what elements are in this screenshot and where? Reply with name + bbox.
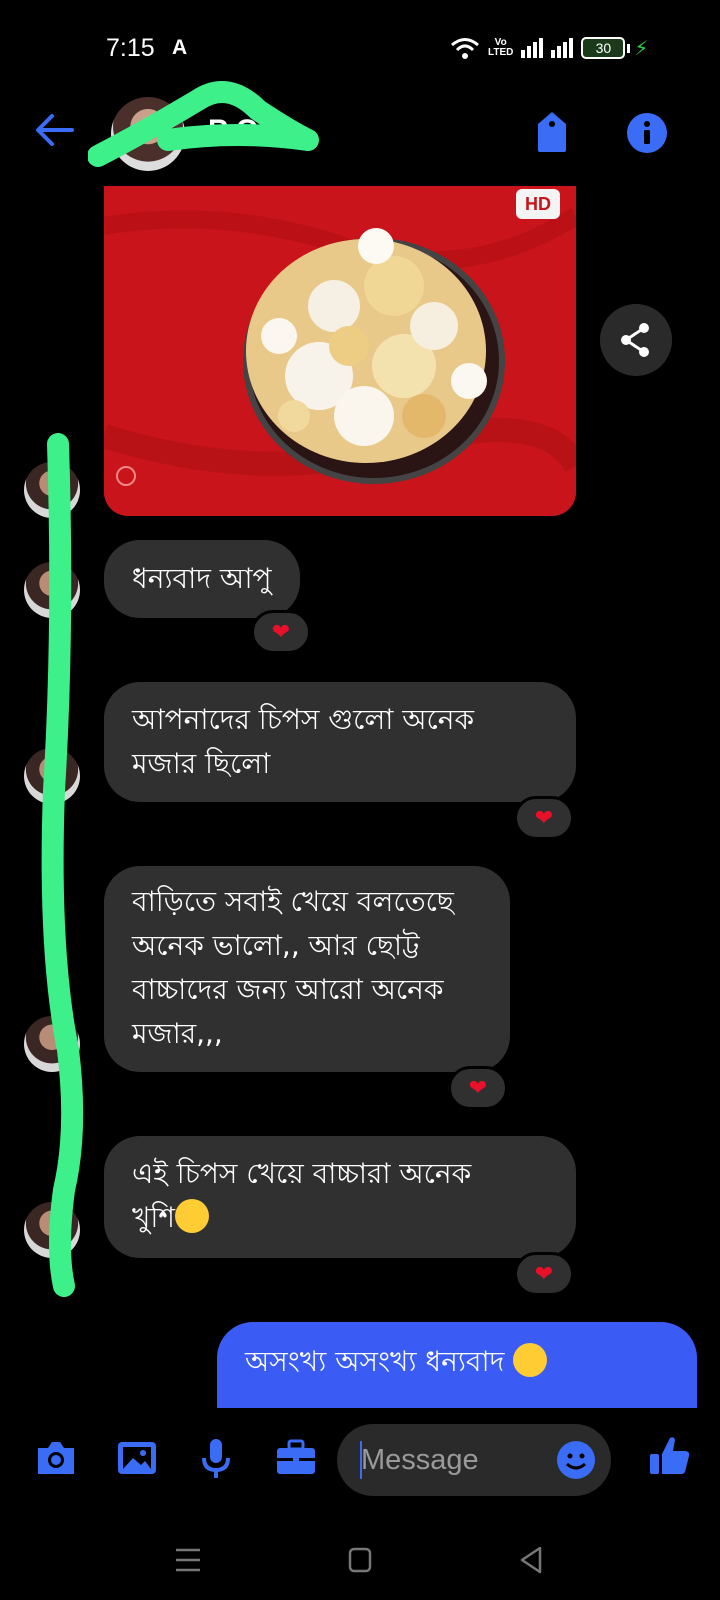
chips-photo-art xyxy=(104,186,576,516)
message-text-line: বাচ্চাদের জন্য আরো অনেক xyxy=(132,973,444,1006)
charging-icon: ⚡ xyxy=(634,36,649,60)
gallery-icon[interactable] xyxy=(115,1436,159,1480)
status-icons: Vo LTED 30 ⚡ xyxy=(450,34,648,62)
tag-icon[interactable] xyxy=(532,110,572,154)
arrow-back-icon[interactable] xyxy=(32,108,76,152)
message-bubble[interactable]: বাড়িতে সবাই খেয়ে বলতেছে অনেক ভালো,, আর… xyxy=(104,866,510,1072)
message-text-line: মজার ছিলো xyxy=(132,747,271,780)
info-icon[interactable] xyxy=(626,112,668,154)
heart-reaction-icon[interactable]: ❤ xyxy=(448,1066,508,1110)
message-text: খুশি xyxy=(132,1201,175,1234)
camera-icon[interactable] xyxy=(34,1436,78,1480)
status-indicator-icon: A xyxy=(172,36,188,59)
battery-tip xyxy=(627,43,631,53)
share-icon[interactable] xyxy=(600,304,672,376)
hd-badge: HD xyxy=(516,189,560,219)
message-text-line-with-emoji: খুশি xyxy=(132,1196,548,1240)
signal-icon-1 xyxy=(521,38,544,58)
smiling-hearts-emoji-icon xyxy=(174,1199,209,1233)
volte-icon: Vo LTED xyxy=(488,37,514,58)
redaction-scribble xyxy=(88,81,319,167)
message-text-line: মজার,,, xyxy=(132,1017,223,1050)
message-input[interactable] xyxy=(361,1440,541,1480)
battery-icon: 30 xyxy=(581,37,626,59)
message-text: ধন্যবাদ আপু xyxy=(132,562,272,595)
emoji-picker-icon[interactable] xyxy=(556,1440,596,1480)
heart-reaction-icon[interactable]: ❤ xyxy=(514,796,574,840)
heart-reaction-icon[interactable]: ❤ xyxy=(251,610,311,654)
message-text-line: এই চিপস খেয়ে বাচ্চারা অনেক xyxy=(132,1157,472,1190)
microphone-icon[interactable] xyxy=(194,1436,238,1480)
redaction-scribble xyxy=(41,433,84,1297)
signal-icon-2 xyxy=(551,38,574,58)
status-time: 7:15 xyxy=(106,34,155,62)
battery-level: 30 xyxy=(595,40,612,56)
message-bubble[interactable]: এই চিপস খেয়ে বাচ্চারা অনেক খুশি xyxy=(104,1136,576,1258)
sent-message-bubble[interactable]: অসংখ্য অসংখ্য ধন্যবাদ xyxy=(217,1322,697,1408)
heart-reaction-icon[interactable]: ❤ xyxy=(514,1252,574,1296)
message-bubble[interactable]: আপনাদের চিপস গুলো অনেক মজার ছিলো xyxy=(104,682,576,802)
heart-eyes-emoji-icon xyxy=(513,1343,548,1377)
home-icon[interactable] xyxy=(340,1540,380,1580)
wifi-icon xyxy=(451,38,479,59)
message-text-line: অনেক ভালো,, আর ছোট্ট xyxy=(132,929,420,962)
nav-back-icon[interactable] xyxy=(512,1540,552,1580)
sent-message-text: অসংখ্য অসংখ্য ধন্যবাদ xyxy=(245,1345,505,1378)
message-text-line: বাড়িতে সবাই খেয়ে বলতেছে xyxy=(132,885,454,918)
message-text-line: আপনাদের চিপস গুলো অনেক xyxy=(132,703,475,736)
chips-photo[interactable] xyxy=(104,186,576,516)
menu-icon[interactable] xyxy=(168,1540,208,1580)
message-bubble[interactable]: ধন্যবাদ আপু xyxy=(104,540,300,618)
thumbs-up-icon[interactable] xyxy=(648,1434,692,1478)
briefcase-icon[interactable] xyxy=(274,1436,318,1480)
